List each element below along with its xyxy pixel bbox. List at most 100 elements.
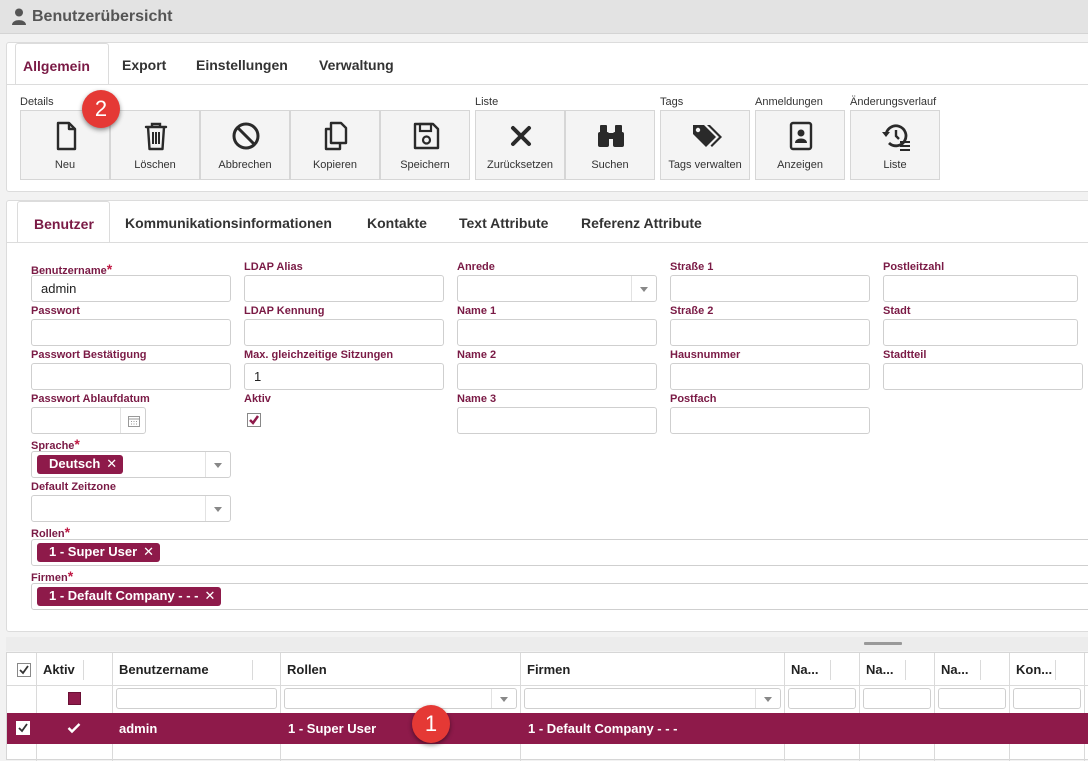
abbrechen-button[interactable]: Abbrechen [200,110,290,180]
tab-export[interactable]: Export [122,43,166,85]
column-header-rollen[interactable]: Rollen [281,653,521,686]
chevron-down-icon[interactable] [491,689,516,708]
postfach-input[interactable] [670,407,870,434]
max-sitzungen-input[interactable]: 1 [244,363,444,390]
firmen-select[interactable]: 1 - Default Company - - - ✕ [31,583,1088,610]
passwort-bestaetigung-input[interactable] [31,363,231,390]
ldap-kennung-input[interactable] [244,319,444,346]
window-title: Benutzerübersicht [32,8,173,25]
kontakte-filter[interactable] [1013,688,1081,709]
panel-splitter[interactable] [6,637,1088,651]
tab-referenz-attribute[interactable]: Referenz Attribute [581,201,702,243]
name3-input[interactable] [457,407,657,434]
benutzername-filter[interactable] [116,688,277,709]
name3-label: Name 3 [457,393,497,405]
callout-badge-2: 2 [82,90,120,128]
column-separator [830,660,831,680]
passwort-label: Passwort [31,305,80,317]
rollen-select[interactable]: 1 - Super User ✕ [31,539,1088,566]
zuruecksetzen-button[interactable]: Zurücksetzen [475,110,565,180]
name2-input[interactable] [457,363,657,390]
loeschen-label: Löschen [134,159,176,171]
tab-einstellungen[interactable]: Einstellungen [196,43,288,85]
remove-chip-icon[interactable]: ✕ [205,588,216,603]
zuruecksetzen-label: Zurücksetzen [486,159,554,171]
speichern-button[interactable]: Speichern [380,110,470,180]
benutzername-input[interactable]: admin [31,275,231,302]
tags-verwalten-button[interactable]: Tags verwalten [660,110,750,180]
stadtteil-input[interactable] [883,363,1083,390]
checkmark-icon [67,723,81,734]
aktiv-checkbox[interactable] [247,413,261,427]
verlauf-liste-label: Liste [883,159,907,171]
anzeigen-label: Anzeigen [777,159,823,171]
column-separator [1055,660,1056,680]
anrede-select[interactable] [457,275,657,302]
kopieren-button[interactable]: Kopieren [290,110,380,180]
tab-kommunikationsinformationen[interactable]: Kommunikationsinformationen [125,201,332,243]
rollen-filter[interactable] [284,688,517,709]
column-header-name1[interactable]: Na... [785,653,859,686]
column-header-name3[interactable]: Na... [935,653,1009,686]
column-separator [36,653,37,761]
sprache-select[interactable]: Deutsch ✕ [31,451,231,478]
column-header-firmen[interactable]: Firmen [521,653,783,686]
column-header-aktiv[interactable]: Aktiv [37,653,112,686]
zeitzone-select[interactable] [31,495,231,522]
row-select-checkbox[interactable] [16,721,30,735]
group-label-tags: Tags [660,96,684,108]
column-header-name2[interactable]: Na... [860,653,934,686]
max-sitzungen-label: Max. gleichzeitige Sitzungen [244,349,394,361]
strasse2-input[interactable] [670,319,870,346]
plz-label: Postleitzahl [883,261,945,273]
passwort-input[interactable] [31,319,231,346]
column-separator [112,653,113,761]
tab-verwaltung[interactable]: Verwaltung [319,43,394,85]
checkmark-icon [249,415,260,425]
column-separator [859,653,860,761]
firmen-filter[interactable] [524,688,781,709]
group-label-anmeldungen: Anmeldungen [755,96,823,108]
cancel-circle-icon [232,122,260,150]
column-separator [1084,653,1085,761]
column-separator [934,653,935,761]
chevron-down-icon[interactable] [755,689,780,708]
tab-kontakte[interactable]: Kontakte [367,201,427,243]
column-separator [280,653,281,761]
chevron-down-icon[interactable] [205,452,230,477]
verlauf-liste-button[interactable]: Liste [850,110,940,180]
column-header-benutzername[interactable]: Benutzername [113,653,281,686]
plz-input[interactable] [883,275,1078,302]
anzeigen-button[interactable]: Anzeigen [755,110,845,180]
chevron-down-icon[interactable] [631,276,656,301]
calendar-button[interactable] [120,408,146,433]
strasse1-input[interactable] [670,275,870,302]
tab-benutzer[interactable]: Benutzer [17,201,110,243]
copy-icon [324,121,348,151]
column-header-kontakte[interactable]: Kon... [1010,653,1084,686]
loeschen-button[interactable]: Löschen [110,110,200,180]
remove-chip-icon[interactable]: ✕ [106,456,117,471]
tags-icon [693,125,722,147]
chevron-down-icon[interactable] [205,496,230,521]
tab-divider [7,242,1088,243]
stadt-input[interactable] [883,319,1078,346]
callout-badge-1: 1 [412,705,450,743]
select-all-checkbox[interactable] [17,663,31,677]
passwort-ablaufdatum-input[interactable] [31,407,146,434]
rollen-chip: 1 - Super User ✕ [37,543,161,562]
ldap-alias-input[interactable] [244,275,444,302]
remove-chip-icon[interactable]: ✕ [143,544,154,559]
file-new-icon [56,121,77,151]
tab-allgemein[interactable]: Allgemein [15,43,109,85]
suchen-button[interactable]: Suchen [565,110,655,180]
tab-text-attribute[interactable]: Text Attribute [459,201,548,243]
aktiv-filter-toggle[interactable] [68,692,81,705]
name2-filter[interactable] [863,688,931,709]
name3-filter[interactable] [938,688,1006,709]
name1-input[interactable] [457,319,657,346]
column-separator [905,660,906,680]
name1-filter[interactable] [788,688,856,709]
splitter-grip[interactable] [864,642,902,645]
hausnummer-input[interactable] [670,363,870,390]
